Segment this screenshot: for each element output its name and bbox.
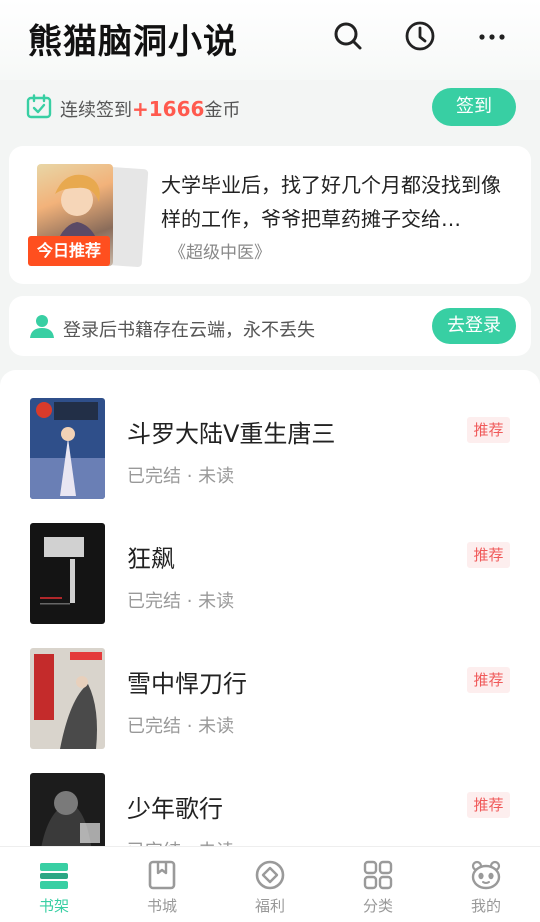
recommend-description: 大学毕业后，找了好几个月都没找到像样的工作，爷爷把草药摊子交给… — [161, 173, 501, 231]
book-title: 雪中悍刀行 — [127, 670, 247, 698]
app-title: 熊猫脑洞小说 — [28, 22, 238, 62]
tab-profile[interactable]: 我的 — [432, 847, 540, 922]
recommend-tag: 推荐 — [467, 792, 510, 818]
recommend-book-title[interactable]: 《超级中医》 — [169, 238, 271, 263]
signin-amount: +1666 — [132, 97, 205, 121]
tab-welfare[interactable]: 福利 — [216, 847, 324, 922]
signin-prefix: 连续签到 — [60, 100, 132, 121]
recommend-tag: 推荐 — [467, 417, 510, 443]
book-status: 已完结 · 未读 — [127, 716, 235, 737]
book-title: 狂飙 — [127, 545, 175, 573]
book-cover-image[interactable] — [30, 773, 105, 850]
tab-bookstore[interactable]: 书城 — [108, 847, 216, 922]
book-item[interactable]: 雪中悍刀行 已完结 · 未读 推荐 — [0, 620, 540, 749]
book-status: 已完结 · 未读 — [127, 591, 235, 612]
search-icon[interactable] — [332, 20, 364, 52]
book-title: 斗罗大陆V重生唐三 — [127, 420, 336, 448]
more-icon[interactable] — [476, 20, 508, 52]
tab-label: 分类 — [362, 897, 393, 915]
book-cover-image[interactable] — [30, 398, 105, 499]
welfare-icon — [255, 860, 285, 890]
tab-category[interactable]: 分类 — [324, 847, 432, 922]
login-card: 登录后书籍存在云端，永不丢失 去登录 — [9, 296, 531, 356]
book-item[interactable]: 斗罗大陆V重生唐三 已完结 · 未读 推荐 — [0, 370, 540, 499]
history-icon[interactable] — [404, 20, 436, 52]
book-item[interactable]: 狂飙 已完结 · 未读 推荐 — [0, 495, 540, 624]
signin-suffix: 金币 — [204, 100, 241, 121]
bookstore-icon — [148, 860, 176, 890]
signin-button[interactable]: 签到 — [432, 88, 516, 126]
category-icon — [363, 860, 393, 890]
recommend-tag: 推荐 — [467, 667, 510, 693]
top-header: 熊猫脑洞小说 — [0, 0, 540, 80]
bottom-tab-bar: 书架 书城 福利 分类 我的 — [0, 846, 540, 922]
user-icon — [29, 313, 55, 339]
book-cover-image[interactable] — [30, 523, 105, 624]
today-recommend-badge: 今日推荐 — [28, 236, 110, 266]
recommend-tag: 推荐 — [467, 542, 510, 568]
tab-bookshelf[interactable]: 书架 — [0, 847, 108, 922]
login-hint-text: 登录后书籍存在云端，永不丢失 — [63, 320, 315, 341]
calendar-check-icon — [26, 94, 52, 120]
signin-reward-text: 连续签到+1666金币 — [60, 96, 240, 122]
tab-label: 福利 — [254, 897, 285, 915]
login-button[interactable]: 去登录 — [432, 308, 516, 344]
bookshelf-icon — [40, 863, 68, 889]
bookshelf-list: 斗罗大陆V重生唐三 已完结 · 未读 推荐 狂飙 已完结 · 未读 推荐 雪中悍… — [0, 370, 540, 850]
tab-label: 书架 — [38, 897, 69, 915]
signin-row: 连续签到+1666金币 签到 — [0, 86, 540, 130]
panda-profile-icon — [471, 860, 501, 890]
book-item[interactable]: 少年歌行 已完结 · 未读 推荐 — [0, 745, 540, 850]
tab-label: 我的 — [470, 897, 501, 915]
book-title: 少年歌行 — [127, 795, 223, 823]
book-cover-image[interactable] — [30, 648, 105, 749]
book-status: 已完结 · 未读 — [127, 466, 235, 487]
tab-label: 书城 — [146, 897, 177, 915]
